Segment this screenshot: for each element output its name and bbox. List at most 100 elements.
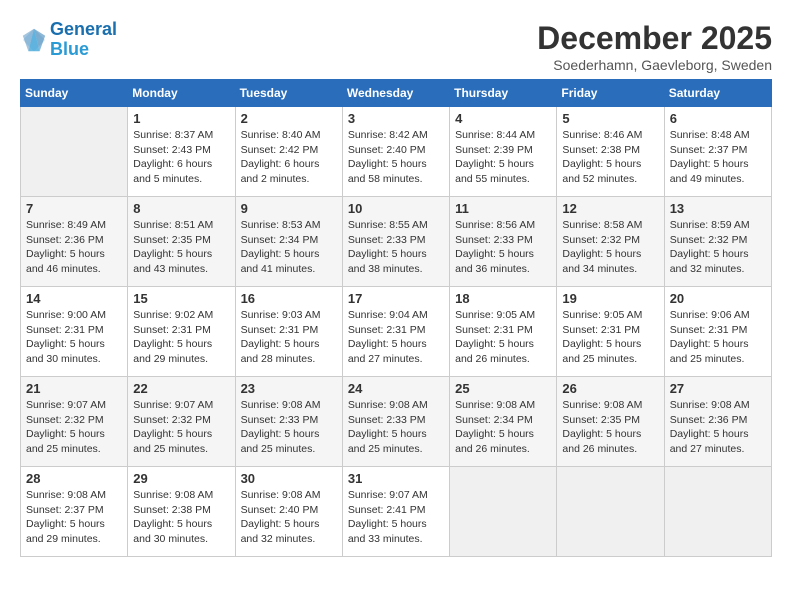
weekday-header: Tuesday — [235, 80, 342, 107]
calendar-cell: 27 Sunrise: 9:08 AM Sunset: 2:36 PM Dayli… — [664, 377, 771, 467]
calendar-cell: 1 Sunrise: 8:37 AM Sunset: 2:43 PM Daylig… — [128, 107, 235, 197]
day-info: Sunrise: 8:55 AM Sunset: 2:33 PM Dayligh… — [348, 218, 444, 277]
day-number: 1 — [133, 111, 229, 126]
title-block: December 2025 Soederhamn, Gaevleborg, Sw… — [537, 20, 772, 73]
calendar-cell: 29 Sunrise: 9:08 AM Sunset: 2:38 PM Dayli… — [128, 467, 235, 557]
weekday-header: Friday — [557, 80, 664, 107]
day-number: 3 — [348, 111, 444, 126]
day-info: Sunrise: 9:08 AM Sunset: 2:38 PM Dayligh… — [133, 488, 229, 547]
calendar-cell — [557, 467, 664, 557]
calendar-cell: 25 Sunrise: 9:08 AM Sunset: 2:34 PM Dayli… — [450, 377, 557, 467]
day-number: 14 — [26, 291, 122, 306]
day-number: 16 — [241, 291, 337, 306]
day-info: Sunrise: 9:05 AM Sunset: 2:31 PM Dayligh… — [455, 308, 551, 367]
day-number: 6 — [670, 111, 766, 126]
day-number: 7 — [26, 201, 122, 216]
day-number: 5 — [562, 111, 658, 126]
day-info: Sunrise: 8:49 AM Sunset: 2:36 PM Dayligh… — [26, 218, 122, 277]
day-info: Sunrise: 8:37 AM Sunset: 2:43 PM Dayligh… — [133, 128, 229, 187]
day-info: Sunrise: 9:04 AM Sunset: 2:31 PM Dayligh… — [348, 308, 444, 367]
calendar-cell: 21 Sunrise: 9:07 AM Sunset: 2:32 PM Dayli… — [21, 377, 128, 467]
calendar-cell: 9Sunrise: 8:53 AM Sunset: 2:34 PM Daylig… — [235, 197, 342, 287]
calendar-cell: 8 Sunrise: 8:51 AM Sunset: 2:35 PM Daylig… — [128, 197, 235, 287]
calendar-cell: 26 Sunrise: 9:08 AM Sunset: 2:35 PM Dayli… — [557, 377, 664, 467]
calendar-table: SundayMondayTuesdayWednesdayThursdayFrid… — [20, 79, 772, 557]
day-info: Sunrise: 8:46 AM Sunset: 2:38 PM Dayligh… — [562, 128, 658, 187]
month-title: December 2025 — [537, 20, 772, 57]
day-number: 4 — [455, 111, 551, 126]
day-number: 25 — [455, 381, 551, 396]
day-info: Sunrise: 9:06 AM Sunset: 2:31 PM Dayligh… — [670, 308, 766, 367]
day-info: Sunrise: 9:08 AM Sunset: 2:36 PM Dayligh… — [670, 398, 766, 457]
day-info: Sunrise: 9:05 AM Sunset: 2:31 PM Dayligh… — [562, 308, 658, 367]
calendar-cell — [664, 467, 771, 557]
day-number: 28 — [26, 471, 122, 486]
calendar-cell: 2 Sunrise: 8:40 AM Sunset: 2:42 PM Daylig… — [235, 107, 342, 197]
day-info: Sunrise: 8:58 AM Sunset: 2:32 PM Dayligh… — [562, 218, 658, 277]
calendar-cell: 31Sunrise: 9:07 AM Sunset: 2:41 PM Dayli… — [342, 467, 449, 557]
day-number: 24 — [348, 381, 444, 396]
day-number: 13 — [670, 201, 766, 216]
calendar-cell: 14 Sunrise: 9:00 AM Sunset: 2:31 PM Dayli… — [21, 287, 128, 377]
calendar-cell: 4 Sunrise: 8:44 AM Sunset: 2:39 PM Daylig… — [450, 107, 557, 197]
calendar-cell: 23 Sunrise: 9:08 AM Sunset: 2:33 PM Dayli… — [235, 377, 342, 467]
day-info: Sunrise: 8:44 AM Sunset: 2:39 PM Dayligh… — [455, 128, 551, 187]
calendar-cell: 6Sunrise: 8:48 AM Sunset: 2:37 PM Daylig… — [664, 107, 771, 197]
calendar-cell — [450, 467, 557, 557]
calendar-week-row: 21 Sunrise: 9:07 AM Sunset: 2:32 PM Dayli… — [21, 377, 772, 467]
day-number: 21 — [26, 381, 122, 396]
day-info: Sunrise: 8:56 AM Sunset: 2:33 PM Dayligh… — [455, 218, 551, 277]
weekday-header: Sunday — [21, 80, 128, 107]
weekday-header: Wednesday — [342, 80, 449, 107]
day-number: 11 — [455, 201, 551, 216]
calendar-cell: 11 Sunrise: 8:56 AM Sunset: 2:33 PM Dayli… — [450, 197, 557, 287]
calendar-cell: 18 Sunrise: 9:05 AM Sunset: 2:31 PM Dayli… — [450, 287, 557, 377]
weekday-header: Saturday — [664, 80, 771, 107]
day-info: Sunrise: 9:07 AM Sunset: 2:32 PM Dayligh… — [26, 398, 122, 457]
day-number: 2 — [241, 111, 337, 126]
location-subtitle: Soederhamn, Gaevleborg, Sweden — [537, 57, 772, 73]
calendar-cell: 19 Sunrise: 9:05 AM Sunset: 2:31 PM Dayli… — [557, 287, 664, 377]
day-info: Sunrise: 8:51 AM Sunset: 2:35 PM Dayligh… — [133, 218, 229, 277]
day-info: Sunrise: 9:07 AM Sunset: 2:32 PM Dayligh… — [133, 398, 229, 457]
day-number: 26 — [562, 381, 658, 396]
day-number: 29 — [133, 471, 229, 486]
day-info: Sunrise: 8:53 AM Sunset: 2:34 PM Dayligh… — [241, 218, 337, 277]
day-number: 27 — [670, 381, 766, 396]
day-number: 23 — [241, 381, 337, 396]
day-number: 20 — [670, 291, 766, 306]
calendar-week-row: 7 Sunrise: 8:49 AM Sunset: 2:36 PM Daylig… — [21, 197, 772, 287]
calendar-cell: 13 Sunrise: 8:59 AM Sunset: 2:32 PM Dayli… — [664, 197, 771, 287]
calendar-cell: 3Sunrise: 8:42 AM Sunset: 2:40 PM Daylig… — [342, 107, 449, 197]
calendar-cell: 5 Sunrise: 8:46 AM Sunset: 2:38 PM Daylig… — [557, 107, 664, 197]
calendar-cell: 12 Sunrise: 8:58 AM Sunset: 2:32 PM Dayli… — [557, 197, 664, 287]
day-number: 8 — [133, 201, 229, 216]
logo-icon — [20, 26, 48, 54]
day-number: 10 — [348, 201, 444, 216]
day-number: 22 — [133, 381, 229, 396]
page-header: General Blue December 2025 Soederhamn, G… — [20, 20, 772, 73]
calendar-cell: 17Sunrise: 9:04 AM Sunset: 2:31 PM Dayli… — [342, 287, 449, 377]
calendar-cell: 20 Sunrise: 9:06 AM Sunset: 2:31 PM Dayli… — [664, 287, 771, 377]
calendar-cell: 28 Sunrise: 9:08 AM Sunset: 2:37 PM Dayli… — [21, 467, 128, 557]
day-info: Sunrise: 9:00 AM Sunset: 2:31 PM Dayligh… — [26, 308, 122, 367]
logo-text: General Blue — [50, 20, 117, 60]
calendar-cell: 16 Sunrise: 9:03 AM Sunset: 2:31 PM Dayli… — [235, 287, 342, 377]
day-info: Sunrise: 9:03 AM Sunset: 2:31 PM Dayligh… — [241, 308, 337, 367]
day-info: Sunrise: 9:08 AM Sunset: 2:35 PM Dayligh… — [562, 398, 658, 457]
day-info: Sunrise: 8:59 AM Sunset: 2:32 PM Dayligh… — [670, 218, 766, 277]
day-info: Sunrise: 9:08 AM Sunset: 2:34 PM Dayligh… — [455, 398, 551, 457]
logo: General Blue — [20, 20, 117, 60]
calendar-week-row: 14 Sunrise: 9:00 AM Sunset: 2:31 PM Dayli… — [21, 287, 772, 377]
day-number: 19 — [562, 291, 658, 306]
day-info: Sunrise: 9:08 AM Sunset: 2:33 PM Dayligh… — [241, 398, 337, 457]
calendar-cell: 7 Sunrise: 8:49 AM Sunset: 2:36 PM Daylig… — [21, 197, 128, 287]
day-number: 18 — [455, 291, 551, 306]
calendar-header-row: SundayMondayTuesdayWednesdayThursdayFrid… — [21, 80, 772, 107]
day-number: 30 — [241, 471, 337, 486]
day-info: Sunrise: 9:08 AM Sunset: 2:37 PM Dayligh… — [26, 488, 122, 547]
day-number: 12 — [562, 201, 658, 216]
day-number: 15 — [133, 291, 229, 306]
day-number: 31 — [348, 471, 444, 486]
day-info: Sunrise: 8:40 AM Sunset: 2:42 PM Dayligh… — [241, 128, 337, 187]
